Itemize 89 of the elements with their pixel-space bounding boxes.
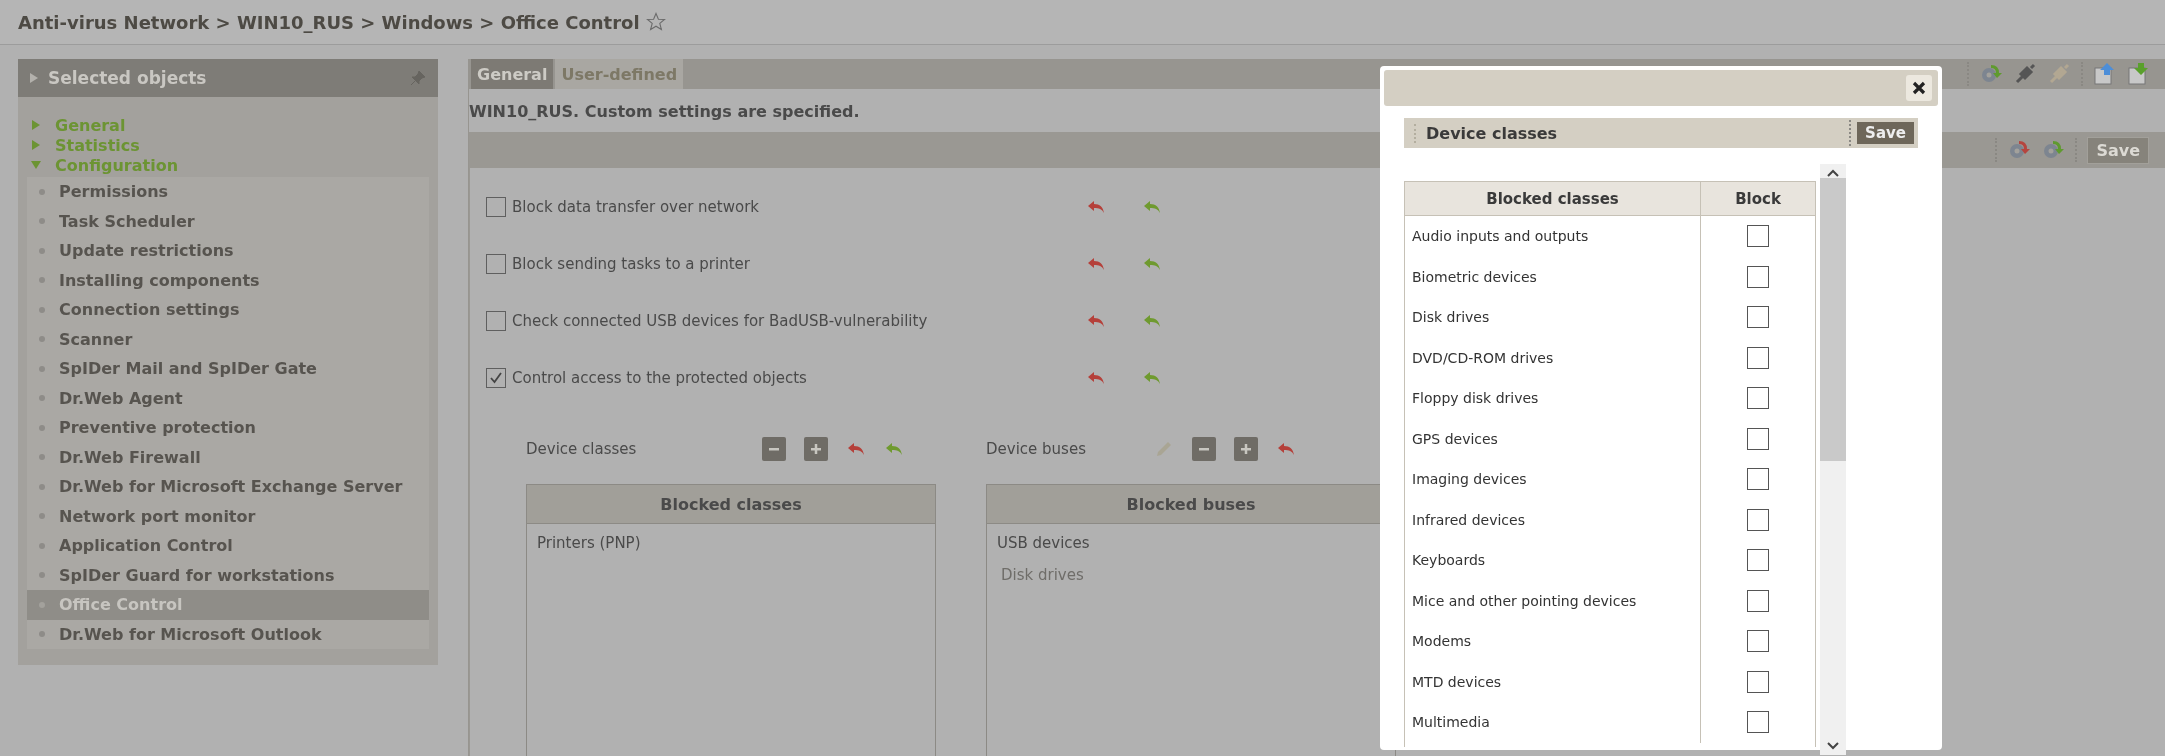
checkbox[interactable] bbox=[1747, 549, 1769, 572]
list-item[interactable]: Printers (PNP) bbox=[527, 524, 935, 552]
export-icon[interactable] bbox=[2093, 62, 2117, 86]
close-icon bbox=[1912, 81, 1926, 95]
option-label: Control access to the protected objects bbox=[512, 368, 807, 387]
checkbox[interactable] bbox=[486, 310, 506, 331]
save-button[interactable]: Save bbox=[1857, 122, 1914, 144]
undo-arrow-icon[interactable] bbox=[1086, 312, 1106, 329]
undo-arrow-icon[interactable] bbox=[1142, 369, 1162, 386]
checkbox[interactable] bbox=[486, 196, 506, 217]
undo-arrow-icon[interactable] bbox=[884, 441, 904, 457]
checkbox[interactable] bbox=[1747, 225, 1769, 248]
sidebar-item[interactable]: Scanner bbox=[27, 324, 429, 354]
sidebar-item[interactable]: Application Control bbox=[27, 531, 429, 561]
checkbox[interactable] bbox=[1747, 670, 1769, 693]
table-cell-text: Mice and other pointing devices bbox=[1411, 591, 1638, 611]
sidebar-item[interactable]: Dr.Web for Microsoft Exchange Server bbox=[27, 472, 429, 502]
table-cell-text: Multimedia bbox=[1411, 713, 1491, 733]
checkbox[interactable] bbox=[486, 367, 506, 388]
sidebar-item[interactable]: Preventive protection bbox=[27, 413, 429, 443]
table-cell-text: Keyboards bbox=[1411, 551, 1487, 571]
checkbox[interactable] bbox=[1747, 630, 1769, 653]
checkbox[interactable] bbox=[1747, 468, 1769, 491]
option-label: Block sending tasks to a printer bbox=[512, 254, 750, 273]
panel-title: Selected objects bbox=[48, 68, 208, 88]
sidebar-item[interactable]: Network port monitor bbox=[27, 501, 429, 531]
table-cell-text: Modems bbox=[1411, 632, 1473, 652]
plus-button[interactable] bbox=[804, 437, 828, 461]
column-header: Block bbox=[1700, 182, 1815, 215]
option-label: Block data transfer over network bbox=[512, 197, 760, 216]
checkbox[interactable] bbox=[1747, 346, 1769, 369]
panel-header[interactable]: Selected objects bbox=[18, 59, 438, 97]
undo-arrow-icon[interactable] bbox=[1142, 312, 1162, 329]
checkbox[interactable] bbox=[1747, 265, 1769, 288]
column-header: Blocked classes bbox=[1485, 188, 1620, 210]
plus-button[interactable] bbox=[1234, 437, 1258, 461]
minus-button[interactable] bbox=[1192, 437, 1216, 461]
checkbox[interactable] bbox=[1747, 427, 1769, 450]
plug-icon[interactable] bbox=[2013, 62, 2037, 86]
checkbox[interactable] bbox=[1747, 589, 1769, 612]
undo-arrow-icon[interactable] bbox=[1142, 198, 1162, 215]
sidebar-item[interactable]: Dr.Web for Microsoft Outlook bbox=[27, 619, 429, 649]
scroll-up-icon[interactable] bbox=[1826, 168, 1840, 178]
table-cell-text: Audio inputs and outputs bbox=[1411, 227, 1590, 247]
tab[interactable]: User-defined bbox=[555, 59, 684, 89]
breadcrumb: Anti-virus Network > WIN10_RUS > Windows > Office Control bbox=[18, 11, 640, 33]
triangle-icon bbox=[30, 73, 38, 83]
undo-arrow-icon[interactable] bbox=[1086, 255, 1106, 272]
close-button[interactable] bbox=[1906, 75, 1932, 101]
option-label: Check connected USB devices for BadUSB-vulnerability bbox=[512, 311, 928, 330]
table-cell-text: Disk drives bbox=[1411, 308, 1491, 328]
checkbox[interactable] bbox=[486, 253, 506, 274]
checkbox[interactable] bbox=[1747, 306, 1769, 329]
table-cell-text: DVD/CD-ROM drives bbox=[1411, 348, 1555, 368]
sidebar-item[interactable]: SpIDer Mail and SpIDer Gate bbox=[27, 354, 429, 384]
undo-arrow-icon[interactable] bbox=[846, 441, 866, 457]
section-label: Device buses bbox=[986, 440, 1087, 458]
scroll-down-icon[interactable] bbox=[1826, 741, 1840, 751]
table-cell-text: MTD devices bbox=[1411, 672, 1503, 692]
dialog-heading: Device classes bbox=[1414, 123, 1850, 143]
tab[interactable]: General bbox=[471, 59, 554, 89]
sidebar-item[interactable]: SpIDer Guard for workstations bbox=[27, 560, 429, 590]
scrollbar[interactable] bbox=[1820, 164, 1846, 755]
sidebar-item[interactable]: Dr.Web Firewall bbox=[27, 442, 429, 472]
undo-arrow-icon[interactable] bbox=[1086, 369, 1106, 386]
table-cell-text: Infrared devices bbox=[1411, 510, 1526, 530]
table-cell-text: Floppy disk drives bbox=[1411, 389, 1540, 409]
undo-arrow-icon[interactable] bbox=[1276, 441, 1296, 457]
checkbox[interactable] bbox=[1747, 711, 1769, 734]
sidebar-item[interactable]: Office Control bbox=[27, 590, 429, 620]
minus-button[interactable] bbox=[762, 437, 786, 461]
table-cell-text: Imaging devices bbox=[1411, 470, 1528, 490]
table-cell-text: GPS devices bbox=[1411, 429, 1499, 449]
undo-arrow-icon[interactable] bbox=[1086, 198, 1106, 215]
checkbox[interactable] bbox=[1747, 508, 1769, 531]
import-icon[interactable] bbox=[2127, 62, 2151, 86]
sidebar-item[interactable]: Update restrictions bbox=[27, 236, 429, 266]
star-icon[interactable] bbox=[645, 12, 666, 32]
sidebar-item[interactable]: Connection settings bbox=[27, 295, 429, 325]
checkbox[interactable] bbox=[1747, 387, 1769, 410]
section-label: Device classes bbox=[526, 440, 638, 458]
table-cell-text: Biometric devices bbox=[1411, 267, 1538, 287]
sidebar-item[interactable]: Permissions bbox=[27, 177, 429, 207]
sidebar-item[interactable]: Dr.Web Agent bbox=[27, 383, 429, 413]
sidebar-item[interactable]: Task Scheduler bbox=[27, 206, 429, 236]
sidebar-item[interactable]: Installing components bbox=[27, 265, 429, 295]
undo-arrow-icon[interactable] bbox=[1142, 255, 1162, 272]
status-message: WIN10_RUS. Custom settings are specified. bbox=[469, 101, 861, 123]
column-header: Blocked classes bbox=[527, 485, 935, 524]
